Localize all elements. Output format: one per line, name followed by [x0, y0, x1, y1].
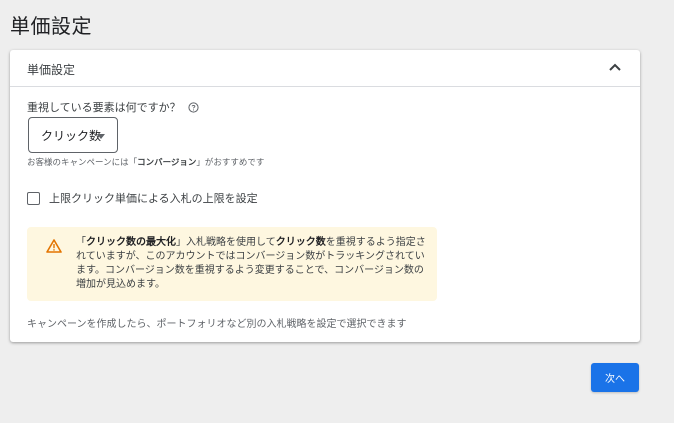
warning-text-part1: 「	[76, 237, 86, 248]
focus-question-label: 重視している要素は何ですか？	[27, 101, 181, 114]
focus-select-value: クリック数	[41, 128, 102, 143]
max-cpc-option[interactable]: 上限クリック単価による入札の上限を設定	[27, 190, 258, 206]
chevron-up-icon[interactable]	[608, 60, 622, 74]
next-button[interactable]: 次へ	[591, 363, 639, 392]
dropdown-arrow-icon	[97, 134, 105, 139]
focus-question: 重視している要素は何ですか？	[27, 99, 199, 115]
help-circle-icon[interactable]	[188, 101, 199, 113]
warning-triangle-icon	[46, 239, 62, 253]
recommendation-highlight: コンバージョン	[137, 158, 197, 168]
warning-text-strategy: クリック数の最大化	[86, 237, 176, 248]
page-title: 単価設定	[10, 14, 92, 38]
max-cpc-checkbox[interactable]	[27, 191, 40, 205]
footer-note: キャンペーンを作成したら、ポートフォリオなど別の入札戦略を設定で選択できます	[27, 319, 407, 330]
card-header[interactable]: 単価設定	[10, 50, 640, 87]
bidding-card: 単価設定 重視している要素は何ですか？ クリック数 お客様のキャンペーンには「コ…	[10, 50, 640, 342]
warning-text: 「クリック数の最大化」入札戦略を使用してクリック数を重視するよう指定されています…	[76, 236, 426, 292]
card-title: 単価設定	[27, 63, 76, 77]
recommendation-text: お客様のキャンペーンには「コンバージョン」がおすすめです	[27, 156, 264, 168]
recommendation-prefix: お客様のキャンペーンには「	[27, 158, 138, 168]
warning-text-part2: 」入札戦略を使用して	[176, 237, 276, 248]
warning-text-clicks: クリック数	[275, 237, 326, 248]
recommendation-suffix: 」がおすすめです	[196, 158, 265, 168]
warning-banner: 「クリック数の最大化」入札戦略を使用してクリック数を重視するよう指定されています…	[27, 227, 437, 301]
focus-select[interactable]: クリック数	[28, 117, 118, 153]
max-cpc-label: 上限クリック単価による入札の上限を設定	[49, 192, 258, 205]
